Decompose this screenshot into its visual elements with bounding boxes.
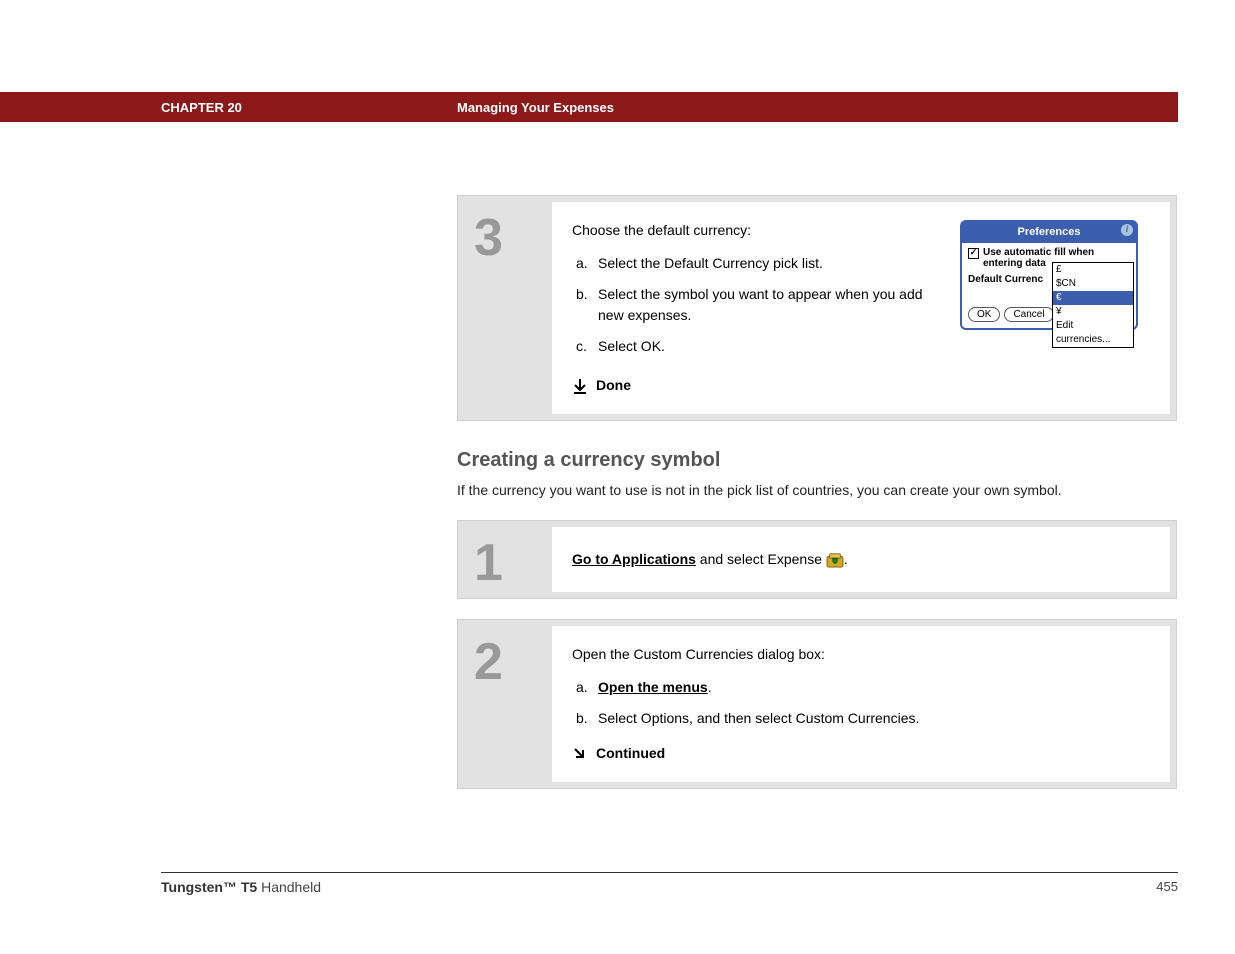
ok-button[interactable]: OK (968, 307, 1000, 322)
sub-text-a: Select the Default Currency pick list. (598, 253, 948, 274)
step-2-box: 2 Open the Custom Currencies dialog box:… (457, 619, 1177, 789)
step3-intro: Choose the default currency: (572, 220, 948, 241)
currency-option-euro[interactable]: € (1053, 291, 1133, 305)
default-currency-label: Default Currenc (968, 272, 1043, 287)
done-label: Done (596, 375, 631, 396)
sub-label-b: b. (576, 284, 598, 326)
step-number-col: 3 (464, 202, 552, 414)
step-text: Choose the default currency: a. Select t… (572, 220, 960, 396)
currency-option-scn[interactable]: $CN (1053, 277, 1133, 291)
open-menus-link[interactable]: Open the menus (598, 679, 708, 695)
step-body: Open the Custom Currencies dialog box: a… (552, 626, 1170, 782)
step-1-box: 1 Go to Applications and select Expense … (457, 520, 1177, 599)
sub-label-b: b. (576, 708, 598, 729)
section-heading: Creating a currency symbol (457, 449, 1177, 472)
step-body: Go to Applications and select Expense . (552, 527, 1170, 592)
cancel-button[interactable]: Cancel (1004, 307, 1053, 322)
page-footer: Tungsten™ T5 Handheld 455 (161, 872, 1178, 895)
checkbox-icon[interactable]: ✓ (968, 248, 979, 259)
chapter-label: CHAPTER 20 (161, 100, 242, 115)
info-icon[interactable]: i (1121, 224, 1133, 236)
palm-screenshot: Preferences i ✓ Use automatic fill when … (960, 220, 1150, 396)
step1-rest: and select Expense (696, 551, 826, 567)
sub-text-b: Select the symbol you want to appear whe… (598, 284, 948, 326)
sub-label-a: a. (576, 677, 598, 698)
product-name: Tungsten™ T5 Handheld (161, 879, 321, 895)
currency-option-edit[interactable]: Edit currencies... (1053, 319, 1133, 347)
step-number-col: 2 (464, 626, 552, 782)
step-number: 2 (474, 636, 552, 688)
preferences-title: Preferences i (962, 222, 1136, 243)
sub-label-c: c. (576, 336, 598, 357)
currency-option-pound[interactable]: £ (1053, 263, 1133, 277)
done-arrow-icon (572, 378, 588, 394)
continued-arrow-icon (572, 746, 588, 762)
step-3-box: 3 Choose the default currency: a. Select… (457, 195, 1177, 421)
page-number: 455 (1156, 879, 1178, 895)
currency-dropdown[interactable]: £ $CN € ¥ Edit currencies... (1052, 262, 1134, 348)
continued-label: Continued (596, 743, 665, 764)
step-number-col: 1 (464, 527, 552, 592)
step-text: Go to Applications and select Expense . (572, 549, 1150, 570)
step-number: 1 (474, 537, 552, 589)
chapter-header: CHAPTER 20 Managing Your Expenses (0, 92, 1178, 122)
section-para: If the currency you want to use is not i… (457, 482, 1177, 498)
continued-row: Continued (572, 743, 1138, 764)
expense-icon (826, 552, 844, 568)
done-row: Done (572, 375, 948, 396)
step2-a-dot: . (708, 679, 712, 695)
step1-dot: . (844, 551, 848, 567)
step-number: 3 (474, 212, 552, 264)
sub-text-b: Select Options, and then select Custom C… (598, 708, 1138, 729)
step2-intro: Open the Custom Currencies dialog box: (572, 644, 1138, 665)
main-content: 3 Choose the default currency: a. Select… (457, 195, 1177, 809)
chapter-title: Managing Your Expenses (457, 100, 614, 115)
step-text: Open the Custom Currencies dialog box: a… (572, 644, 1150, 764)
preferences-dialog: Preferences i ✓ Use automatic fill when … (960, 220, 1138, 330)
go-to-applications-link[interactable]: Go to Applications (572, 551, 696, 567)
step-body: Choose the default currency: a. Select t… (552, 202, 1170, 414)
sub-text-c: Select OK. (598, 336, 948, 357)
sub-label-a: a. (576, 253, 598, 274)
currency-option-yen[interactable]: ¥ (1053, 305, 1133, 319)
